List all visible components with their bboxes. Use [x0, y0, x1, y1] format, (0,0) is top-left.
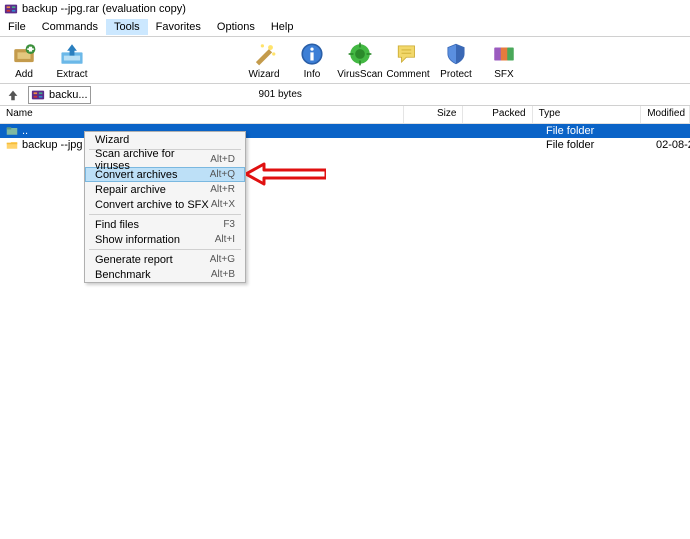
col-size[interactable]: Size	[404, 106, 463, 123]
row-type: File folder	[540, 138, 650, 152]
menu-help[interactable]: Help	[263, 19, 302, 35]
row-name: backup --jpg	[22, 138, 83, 152]
menu-commands[interactable]: Commands	[34, 19, 106, 35]
menu-options[interactable]: Options	[209, 19, 263, 35]
menu-favorites[interactable]: Favorites	[148, 19, 209, 35]
toolbar-virus-scan[interactable]: VirusScan	[336, 41, 384, 80]
col-name[interactable]: Name	[0, 106, 404, 123]
toolbar-add[interactable]: Add	[0, 41, 48, 80]
extract-icon	[59, 41, 85, 67]
folder-icon	[6, 125, 18, 137]
annotation-arrow-icon	[246, 162, 326, 186]
toolbar: Add Extract Wizard Info VirusScan Commen…	[0, 36, 690, 84]
up-button[interactable]	[4, 86, 22, 104]
toolbar-info[interactable]: Info	[288, 41, 336, 80]
location-extra: 901 bytes	[259, 89, 302, 100]
toolbar-comment[interactable]: Comment	[384, 41, 432, 80]
location-text: backu...	[49, 89, 88, 101]
add-icon	[11, 41, 37, 67]
col-type[interactable]: Type	[533, 106, 642, 123]
title-bar: backup --jpg.rar (evaluation copy)	[0, 0, 690, 18]
folder-icon	[6, 139, 18, 151]
col-modified[interactable]: Modified	[641, 106, 690, 123]
row-type: File folder	[540, 124, 650, 138]
app-icon	[4, 2, 18, 16]
comment-icon	[395, 41, 421, 67]
menuitem-convert-to-sfx[interactable]: Convert archive to SFX Alt+X	[85, 197, 245, 212]
sfx-icon	[491, 41, 517, 67]
toolbar-extract-to[interactable]: Extract	[48, 41, 96, 80]
wizard-icon	[251, 41, 277, 67]
row-modified: 02-08-2020	[650, 138, 690, 152]
menuitem-generate-report[interactable]: Generate report Alt+G	[85, 252, 245, 267]
shield-icon	[443, 41, 469, 67]
menuitem-find-files[interactable]: Find files F3	[85, 217, 245, 232]
toolbar-protect[interactable]: Protect	[432, 41, 480, 80]
menuitem-scan-viruses[interactable]: Scan archive for viruses Alt+D	[85, 152, 245, 167]
menuitem-wizard[interactable]: Wizard	[85, 132, 245, 147]
toolbar-sfx[interactable]: SFX	[480, 41, 528, 80]
menu-tools[interactable]: Tools	[106, 19, 148, 35]
toolbar-wizard[interactable]: Wizard	[240, 41, 288, 80]
menuitem-show-information[interactable]: Show information Alt+I	[85, 232, 245, 247]
location-bar: backu... 901 bytes	[0, 84, 690, 106]
menuitem-benchmark[interactable]: Benchmark Alt+B	[85, 267, 245, 282]
tools-dropdown: Wizard Scan archive for viruses Alt+D Co…	[84, 131, 246, 283]
menuitem-convert-archives[interactable]: Convert archives Alt+Q	[85, 167, 245, 182]
info-icon	[299, 41, 325, 67]
archive-icon	[31, 88, 45, 102]
location-field[interactable]: backu...	[28, 86, 91, 104]
menu-file[interactable]: File	[0, 19, 34, 35]
up-arrow-icon	[6, 88, 20, 102]
column-headers: Name Size Packed Type Modified	[0, 106, 690, 124]
virus-scan-icon	[347, 41, 373, 67]
menu-bar: File Commands Tools Favorites Options He…	[0, 18, 690, 36]
col-packed[interactable]: Packed	[463, 106, 532, 123]
menuitem-repair-archive[interactable]: Repair archive Alt+R	[85, 182, 245, 197]
row-name: ..	[22, 124, 28, 138]
window-title: backup --jpg.rar (evaluation copy)	[22, 3, 186, 15]
